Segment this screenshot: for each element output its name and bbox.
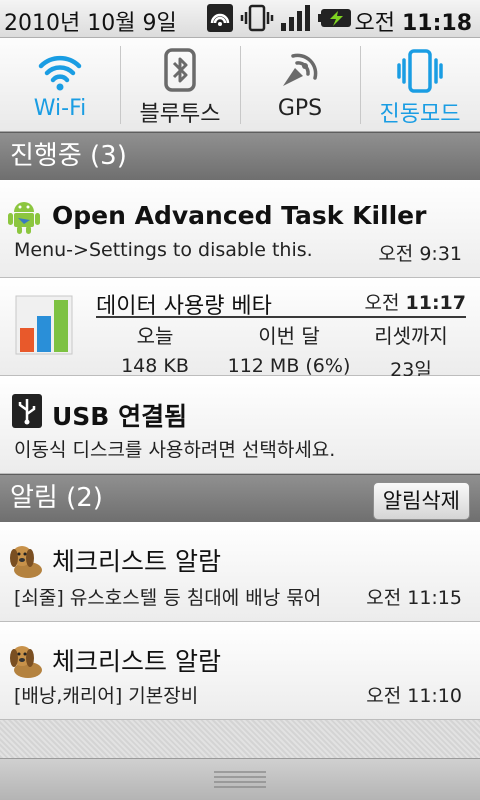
- toggle-vibrate[interactable]: 진동모드: [360, 38, 480, 132]
- usb-icon: [12, 394, 42, 428]
- stat-header: 오늘: [136, 324, 174, 348]
- quick-toggles: Wi-Fi 블루투스 GPS 진동모드: [0, 38, 480, 132]
- sync-icon: [207, 4, 233, 32]
- toggle-gps[interactable]: GPS: [240, 38, 360, 132]
- notification-task-killer[interactable]: Open Advanced Task Killer Menu->Settings…: [0, 180, 480, 278]
- stat-this-month: 이번 달 112 MB (6%): [224, 320, 354, 377]
- gps-icon: [283, 53, 318, 86]
- notification-title: Open Advanced Task Killer: [52, 201, 427, 230]
- android-icon: [8, 202, 40, 234]
- notification-time: 오전 11:10: [366, 685, 462, 707]
- wifi-icon: [38, 55, 82, 91]
- vibrate-icon: [397, 49, 443, 93]
- toggle-wifi-label: Wi-Fi: [33, 96, 87, 121]
- battery-charging-icon: [318, 9, 351, 27]
- notification-time: 오전 11:15: [366, 587, 462, 609]
- toggle-gps-label: GPS: [277, 96, 323, 121]
- status-date: 2010년 10월 9일: [4, 11, 177, 36]
- status-time: 오전 11:18: [354, 11, 472, 36]
- stat-until-reset: 리셋까지 23일: [346, 320, 476, 382]
- stat-header: 이번 달: [258, 324, 320, 348]
- notification-checklist-2[interactable]: 체크리스트 알람 [배낭,캐리어] 기본장비 오전 11:10: [0, 622, 480, 720]
- stat-value: 148 KB: [121, 355, 189, 377]
- stat-value: 112 MB (6%): [227, 355, 351, 377]
- stat-header: 리셋까지: [374, 324, 448, 348]
- notification-title: 체크리스트 알람: [52, 647, 221, 676]
- toggle-wifi[interactable]: Wi-Fi: [0, 38, 120, 132]
- notification-text: [쇠줄] 유스호스텔 등 침대에 배낭 묶어: [14, 587, 322, 609]
- status-bar: 2010년 10월 9일 오전 11:18: [0, 0, 480, 38]
- signal-icon: [281, 5, 310, 31]
- notification-time: 오전 11:17: [364, 292, 467, 314]
- bluetooth-icon: [164, 48, 196, 92]
- toggle-vibrate-label: 진동모드: [379, 102, 461, 127]
- grip-icon: [214, 771, 266, 789]
- notifications-header: 알림 (2) 알림삭제: [0, 474, 480, 522]
- notification-checklist-1[interactable]: 체크리스트 알람 [쇠줄] 유스호스텔 등 침대에 배낭 묶어 오전 11:15: [0, 522, 480, 622]
- notification-text: Menu->Settings to disable this.: [14, 239, 313, 261]
- notification-text: [배낭,캐리어] 기본장비: [14, 685, 199, 707]
- ongoing-header-label: 진행중 (3): [10, 141, 127, 171]
- notifications-header-label: 알림 (2): [10, 483, 103, 513]
- notification-usb[interactable]: USB 연결됨 이동식 디스크를 사용하려면 선택하세요.: [0, 376, 480, 474]
- dog-icon: [10, 646, 42, 678]
- notification-data-usage[interactable]: 데이터 사용량 베타 오전 11:17 오늘 148 KB 이번 달 112 M…: [0, 278, 480, 381]
- clear-notifications-button[interactable]: 알림삭제: [372, 482, 470, 520]
- divider: [96, 316, 466, 318]
- notification-time: 오전 9:31: [378, 243, 462, 265]
- toggle-bluetooth-label: 블루투스: [139, 102, 221, 127]
- notification-title: 체크리스트 알람: [52, 547, 221, 576]
- dog-icon: [10, 546, 42, 578]
- notification-title: USB 연결됨: [52, 402, 188, 431]
- drawer-handle[interactable]: [0, 758, 480, 800]
- stat-today: 오늘 148 KB: [90, 320, 220, 377]
- bar-chart-icon: [15, 295, 73, 355]
- notification-text: 이동식 디스크를 사용하려면 선택하세요.: [14, 439, 336, 461]
- toggle-bluetooth[interactable]: 블루투스: [120, 38, 240, 132]
- ongoing-header: 진행중 (3): [0, 132, 480, 180]
- vibrate-icon: [240, 4, 274, 32]
